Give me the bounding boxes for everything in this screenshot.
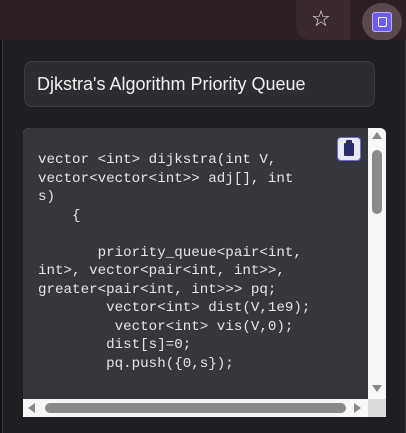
scroll-down-arrow-icon[interactable] xyxy=(372,385,382,392)
popup-title[interactable]: Djkstra's Algorithm Priority Queue xyxy=(24,61,375,107)
extension-popup: Djkstra's Algorithm Priority Queue vecto… xyxy=(2,40,406,433)
extension-icon xyxy=(372,12,392,32)
clipboard-icon xyxy=(344,139,354,156)
scrollbar-corner xyxy=(368,399,386,417)
vertical-scroll-thumb[interactable] xyxy=(372,150,382,214)
vertical-scrollbar[interactable] xyxy=(368,128,386,399)
browser-toolbar: ☆ xyxy=(0,0,406,41)
star-icon[interactable]: ☆ xyxy=(309,8,333,32)
horizontal-scroll-thumb[interactable] xyxy=(45,403,346,413)
extension-button[interactable] xyxy=(362,3,402,41)
code-text: vector <int> dijkstra(int V, vector<vect… xyxy=(38,152,311,372)
horizontal-scrollbar[interactable] xyxy=(23,399,368,417)
code-block[interactable]: vector <int> dijkstra(int V, vector<vect… xyxy=(23,128,368,399)
copy-button[interactable] xyxy=(337,137,361,161)
scroll-up-arrow-icon[interactable] xyxy=(372,132,382,139)
scroll-right-arrow-icon[interactable] xyxy=(354,403,361,413)
code-frame: vector <int> dijkstra(int V, vector<vect… xyxy=(23,128,386,417)
scroll-left-arrow-icon[interactable] xyxy=(28,403,35,413)
